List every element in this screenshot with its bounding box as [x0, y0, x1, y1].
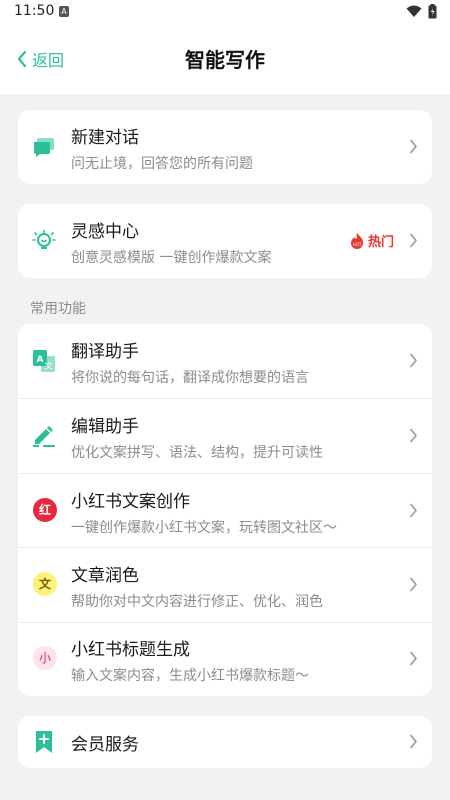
status-bar: 11:50 A	[0, 0, 450, 24]
feature-title: 翻译助手	[71, 342, 139, 362]
battery-icon	[428, 4, 437, 19]
translate-icon: A 文	[33, 350, 55, 372]
new-chat-card: 新建对话 问无止境，回答您的所有问题	[18, 110, 432, 184]
feature-subtitle: 输入文案内容，生成小红书爆款标题～	[71, 668, 309, 684]
chevron-right-icon	[410, 428, 417, 443]
new-chat-row[interactable]: 新建对话 问无止境，回答您的所有问题	[18, 110, 432, 184]
hot-badge-label: 热门	[367, 235, 394, 250]
chevron-right-icon	[410, 503, 417, 518]
svg-text:文: 文	[45, 361, 53, 371]
chevron-right-icon	[410, 233, 417, 248]
feature-row-xiaohongshu-copy[interactable]: 红 小红书文案创作 一键创作爆款小红书文案，玩转图文社区～	[18, 474, 432, 548]
membership-title: 会员服务	[71, 735, 139, 755]
chevron-right-icon	[410, 353, 417, 368]
svg-text:A: A	[37, 355, 44, 365]
inspiration-card: 灵感中心 创意灵感模版 一键创作爆款文案 HOT 热门	[18, 204, 432, 278]
flame-icon: HOT	[350, 232, 364, 249]
xiaohongshu-red-icon: 红	[33, 498, 57, 522]
new-chat-title: 新建对话	[71, 128, 139, 148]
status-time: 11:50	[14, 3, 55, 19]
feature-subtitle: 优化文案拼写、语法、结构，提升可读性	[71, 445, 323, 461]
chevron-right-icon	[410, 139, 417, 154]
feature-title: 编辑助手	[71, 417, 139, 437]
nav-bar: 返回 智能写作	[0, 24, 450, 94]
hot-badge: HOT 热门	[349, 231, 394, 250]
feature-subtitle: 帮助你对中文内容进行修正、优化、润色	[71, 594, 323, 610]
lightbulb-icon	[32, 229, 56, 249]
feature-title: 文章润色	[71, 566, 139, 586]
bookmark-plus-icon	[36, 731, 52, 753]
wifi-icon	[406, 5, 422, 17]
pencil-edit-icon	[33, 426, 55, 447]
feature-row-xiaohongshu-title[interactable]: 小 小红书标题生成 输入文案内容，生成小红书爆款标题～	[18, 622, 432, 696]
svg-text:HOT: HOT	[353, 242, 362, 247]
feature-title: 小红书文案创作	[71, 492, 190, 512]
inspiration-title: 灵感中心	[71, 222, 139, 242]
chevron-right-icon	[410, 734, 417, 749]
text-wen-icon: 文	[33, 572, 57, 596]
page-title: 智能写作	[185, 48, 265, 72]
inspiration-subtitle: 创意灵感模版 一键创作爆款文案	[71, 250, 272, 266]
notification-a-icon: A	[59, 6, 69, 17]
membership-row[interactable]: 会员服务	[18, 716, 432, 768]
membership-card: 会员服务	[18, 716, 432, 768]
feature-subtitle: 将你说的每句话，翻译成你想要的语言	[71, 370, 309, 386]
feature-subtitle: 一键创作爆款小红书文案，玩转图文社区～	[71, 520, 337, 536]
new-chat-subtitle: 问无止境，回答您的所有问题	[71, 156, 253, 172]
chevron-right-icon	[410, 651, 417, 666]
feature-row-edit[interactable]: 编辑助手 优化文案拼写、语法、结构，提升可读性	[18, 399, 432, 473]
chat-bubbles-icon	[34, 138, 54, 157]
features-card: A 文 翻译助手 将你说的每句话，翻译成你想要的语言 编辑助手 优化文案拼写、语…	[18, 324, 432, 696]
feature-row-article-polish[interactable]: 文 文章润色 帮助你对中文内容进行修正、优化、润色	[18, 548, 432, 622]
feature-row-translate[interactable]: A 文 翻译助手 将你说的每句话，翻译成你想要的语言	[18, 324, 432, 398]
xiaohongshu-small-icon: 小	[33, 646, 57, 670]
section-label-common-features: 常用功能	[30, 301, 86, 317]
chevron-right-icon	[410, 577, 417, 592]
feature-title: 小红书标题生成	[71, 640, 190, 660]
inspiration-row[interactable]: 灵感中心 创意灵感模版 一键创作爆款文案 HOT 热门	[18, 204, 432, 278]
